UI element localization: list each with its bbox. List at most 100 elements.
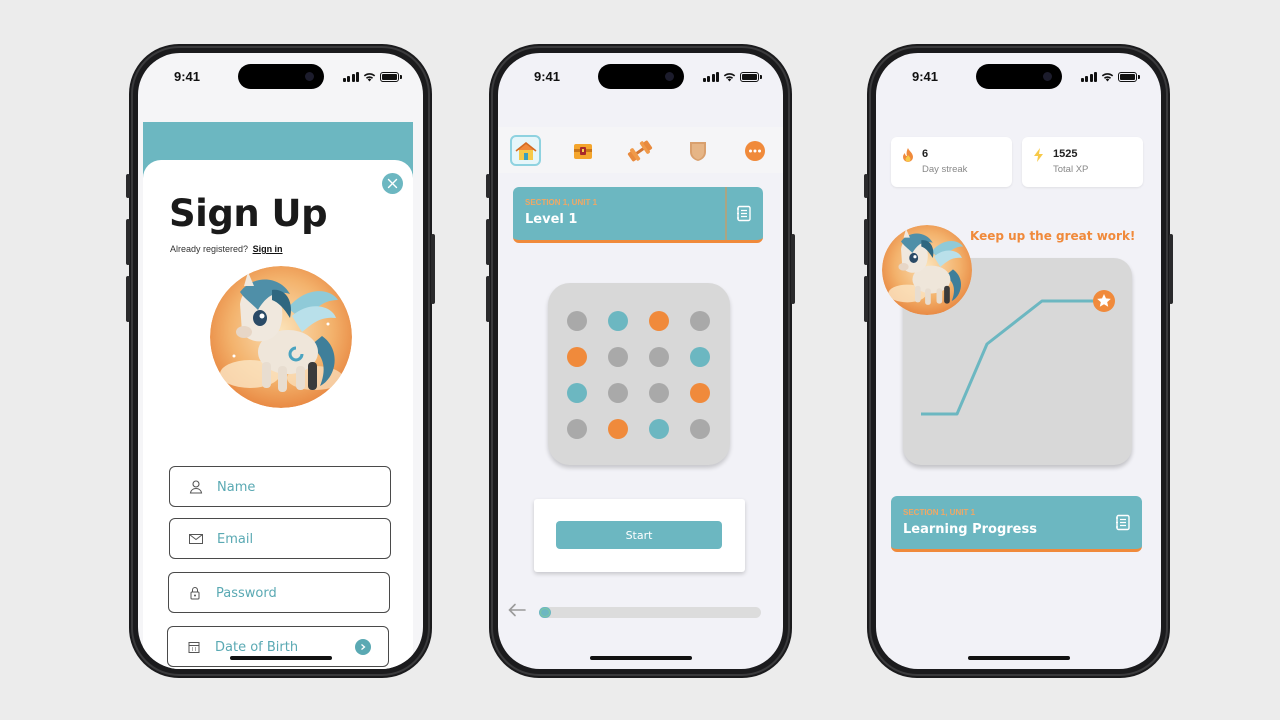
date-of-birth-input[interactable] bbox=[215, 636, 365, 658]
battery-icon bbox=[380, 72, 402, 82]
phone-side-button bbox=[864, 276, 868, 322]
top-navigation bbox=[498, 127, 783, 173]
phone-side-button bbox=[864, 174, 868, 198]
battery-icon bbox=[740, 72, 762, 82]
dynamic-island bbox=[597, 64, 684, 89]
grid-dot-gray[interactable] bbox=[567, 311, 587, 331]
sign-in-link[interactable]: Sign in bbox=[253, 244, 283, 254]
date-of-birth-field[interactable] bbox=[167, 626, 389, 667]
phone-signup: 9:41 Sign Up Already registered? Sign in bbox=[126, 44, 435, 678]
xp-card[interactable]: 1525 Total XP bbox=[1022, 137, 1143, 187]
signal-icon bbox=[702, 72, 719, 82]
email-field[interactable] bbox=[169, 518, 391, 559]
status-time: 9:41 bbox=[534, 69, 561, 84]
learning-progress-title: Learning Progress bbox=[903, 522, 1037, 537]
grid-dot-gray[interactable] bbox=[690, 311, 710, 331]
phone-side-button bbox=[486, 276, 490, 322]
wifi-icon bbox=[363, 73, 376, 82]
grid-dot-teal[interactable] bbox=[690, 347, 710, 367]
email-input[interactable] bbox=[217, 528, 367, 550]
learning-progress-banner[interactable]: SECTION 1, UNIT 1 Learning Progress bbox=[891, 496, 1142, 552]
calendar-icon bbox=[188, 642, 200, 653]
section-label: SECTION 1, UNIT 1 bbox=[525, 198, 598, 207]
date-picker-button[interactable] bbox=[355, 639, 371, 655]
phone-side-button bbox=[486, 219, 490, 265]
phone-side-button bbox=[126, 276, 130, 322]
nav-chest[interactable] bbox=[567, 135, 598, 166]
home-indicator[interactable] bbox=[589, 656, 692, 660]
level-title: Level 1 bbox=[525, 212, 578, 227]
status-bar: 9:41 bbox=[498, 53, 783, 99]
home-indicator[interactable] bbox=[967, 656, 1070, 660]
grid-dot-orange[interactable] bbox=[608, 419, 628, 439]
wifi-icon bbox=[1101, 73, 1114, 82]
wifi-icon bbox=[723, 73, 736, 82]
grid-dot-gray[interactable] bbox=[649, 347, 669, 367]
xp-label: Total XP bbox=[1053, 164, 1089, 175]
signal-icon bbox=[342, 72, 359, 82]
name-field[interactable] bbox=[169, 466, 391, 507]
progress-line bbox=[921, 299, 1104, 416]
grid-dot-orange[interactable] bbox=[567, 347, 587, 367]
grid-dot-gray[interactable] bbox=[608, 347, 628, 367]
dot-grid-card[interactable] bbox=[548, 283, 730, 465]
phone-side-button bbox=[486, 174, 490, 198]
grid-dot-teal[interactable] bbox=[649, 419, 669, 439]
grid-dot-gray[interactable] bbox=[567, 419, 587, 439]
already-registered-text: Already registered? Sign in bbox=[170, 244, 283, 254]
phone-side-button bbox=[431, 234, 435, 304]
status-icons bbox=[702, 72, 762, 82]
grid-dot-teal[interactable] bbox=[608, 311, 628, 331]
nav-more[interactable] bbox=[739, 135, 770, 166]
grid-dot-gray[interactable] bbox=[608, 383, 628, 403]
grid-dot-teal[interactable] bbox=[567, 383, 587, 403]
name-input[interactable] bbox=[217, 476, 367, 498]
password-input[interactable] bbox=[216, 582, 366, 604]
nav-shield[interactable] bbox=[682, 135, 713, 166]
notebook-icon[interactable] bbox=[736, 205, 752, 222]
start-card: Start bbox=[534, 499, 745, 572]
phone-side-button bbox=[791, 234, 795, 304]
status-time: 9:41 bbox=[912, 69, 939, 84]
password-field[interactable] bbox=[168, 572, 390, 613]
page-title: Sign Up bbox=[169, 192, 328, 235]
unit-banner[interactable]: SECTION 1, UNIT 1 Level 1 bbox=[513, 187, 763, 243]
notebook-icon[interactable] bbox=[1115, 514, 1131, 531]
home-indicator[interactable] bbox=[229, 656, 332, 660]
status-icons bbox=[1080, 72, 1140, 82]
xp-value: 1525 bbox=[1053, 148, 1078, 160]
nav-workout[interactable] bbox=[624, 135, 655, 166]
treasure-chest-icon bbox=[573, 143, 592, 159]
back-arrow-icon[interactable] bbox=[508, 603, 526, 617]
grid-dot-orange[interactable] bbox=[690, 383, 710, 403]
status-icons bbox=[342, 72, 402, 82]
close-button[interactable] bbox=[382, 173, 403, 194]
dynamic-island bbox=[975, 64, 1062, 89]
shield-icon bbox=[689, 141, 706, 161]
lesson-screen: 9:41 SECTION 1, UNIT 1 Level 1 Start bbox=[498, 53, 783, 669]
more-icon bbox=[744, 140, 765, 161]
phone-side-button bbox=[864, 219, 868, 265]
flame-icon bbox=[903, 148, 913, 162]
signup-screen: 9:41 Sign Up Already registered? Sign in bbox=[138, 53, 423, 669]
grid-dot-gray[interactable] bbox=[690, 419, 710, 439]
status-bar: 9:41 bbox=[138, 53, 423, 99]
banner-divider bbox=[725, 187, 727, 240]
start-button[interactable]: Start bbox=[556, 521, 722, 549]
phone-side-button bbox=[126, 219, 130, 265]
encouragement-text: Keep up the great work! bbox=[970, 229, 1136, 243]
lock-icon bbox=[190, 587, 200, 600]
dynamic-island bbox=[237, 64, 324, 89]
phone-side-button bbox=[1169, 234, 1173, 304]
chevron-right-icon bbox=[361, 644, 366, 650]
grid-dot-gray[interactable] bbox=[649, 383, 669, 403]
lightning-icon bbox=[1034, 148, 1043, 162]
home-icon bbox=[515, 141, 536, 160]
streak-value: 6 bbox=[922, 148, 929, 160]
nav-home[interactable] bbox=[510, 135, 541, 166]
streak-card[interactable]: 6 Day streak bbox=[891, 137, 1012, 187]
status-bar: 9:41 bbox=[876, 53, 1161, 99]
phone-progress: 9:41 6 Day streak 1525 Total XP Keep up … bbox=[864, 44, 1173, 678]
grid-dot-orange[interactable] bbox=[649, 311, 669, 331]
pegasus-mascot-image bbox=[882, 225, 972, 315]
